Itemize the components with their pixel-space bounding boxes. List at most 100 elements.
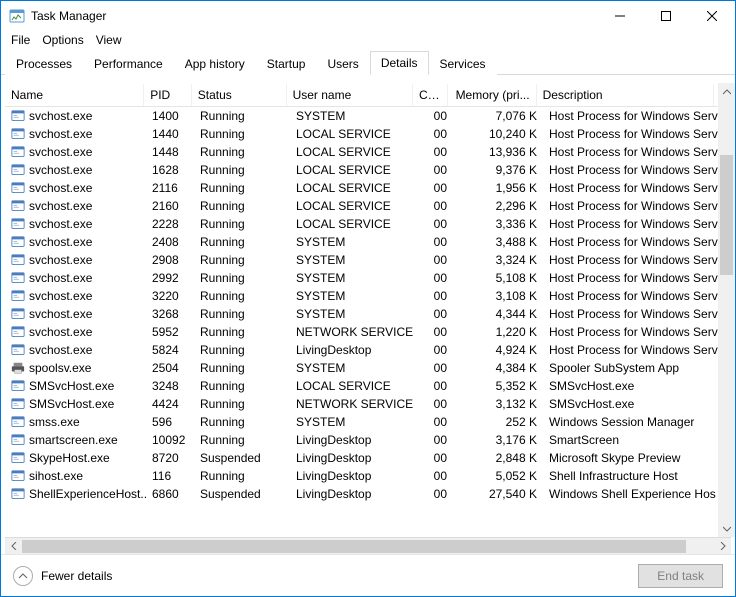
cell-memory: 9,376 K (453, 162, 543, 178)
cell-user: LOCAL SERVICE (290, 180, 418, 196)
scroll-down-icon[interactable] (718, 520, 735, 537)
cell-name: svchost.exe (29, 145, 92, 159)
vertical-scrollbar[interactable] (718, 83, 735, 537)
tab-users[interactable]: Users (316, 52, 369, 75)
maximize-button[interactable] (643, 1, 689, 31)
cell-user: SYSTEM (290, 108, 418, 124)
cell-user: LOCAL SERVICE (290, 126, 418, 142)
cell-name: svchost.exe (29, 307, 92, 321)
vscroll-thumb[interactable] (720, 155, 733, 275)
table-row[interactable]: svchost.exe2160RunningLOCAL SERVICE002,2… (5, 197, 731, 215)
scroll-right-icon[interactable] (714, 538, 731, 555)
table-row[interactable]: SkypeHost.exe8720SuspendedLivingDesktop0… (5, 449, 731, 467)
hscroll-track[interactable] (22, 538, 714, 555)
table-row[interactable]: sihost.exe116RunningLivingDesktop005,052… (5, 467, 731, 485)
titlebar[interactable]: Task Manager (1, 1, 735, 31)
table-row[interactable]: svchost.exe5824RunningLivingDesktop004,9… (5, 341, 731, 359)
scroll-up-icon[interactable] (718, 83, 735, 100)
cell-pid: 10092 (146, 432, 194, 448)
cell-user: LOCAL SERVICE (290, 162, 418, 178)
cell-user: SYSTEM (290, 252, 418, 268)
table-row[interactable]: svchost.exe2116RunningLOCAL SERVICE001,9… (5, 179, 731, 197)
cell-status: Running (194, 396, 290, 412)
cell-user: LivingDesktop (290, 468, 418, 484)
table-row[interactable]: ShellExperienceHost....6860SuspendedLivi… (5, 485, 731, 503)
col-cpu[interactable]: CPU (413, 84, 448, 106)
tab-processes[interactable]: Processes (5, 52, 83, 75)
cell-description: SMSvcHost.exe (543, 378, 723, 394)
table-row[interactable]: svchost.exe5952RunningNETWORK SERVICE001… (5, 323, 731, 341)
cell-memory: 27,540 K (453, 486, 543, 502)
cell-pid: 2992 (146, 270, 194, 286)
process-icon (11, 379, 25, 393)
cell-user: SYSTEM (290, 234, 418, 250)
cell-cpu: 00 (418, 270, 453, 286)
cell-memory: 5,108 K (453, 270, 543, 286)
menu-options[interactable]: Options (38, 31, 91, 51)
process-icon (11, 217, 25, 231)
fewer-details-icon[interactable] (13, 566, 33, 586)
scroll-left-icon[interactable] (5, 538, 22, 555)
fewer-details-label[interactable]: Fewer details (41, 569, 112, 583)
cell-cpu: 00 (418, 216, 453, 232)
table-row[interactable]: svchost.exe3220RunningSYSTEM003,108 KHos… (5, 287, 731, 305)
cell-pid: 2908 (146, 252, 194, 268)
minimize-button[interactable] (597, 1, 643, 31)
table-row[interactable]: SMSvcHost.exe4424RunningNETWORK SERVICE0… (5, 395, 731, 413)
tab-performance[interactable]: Performance (83, 52, 174, 75)
table-row[interactable]: smss.exe596RunningSYSTEM00252 KWindows S… (5, 413, 731, 431)
table-row[interactable]: svchost.exe2228RunningLOCAL SERVICE003,3… (5, 215, 731, 233)
cell-pid: 1440 (146, 126, 194, 142)
menu-file[interactable]: File (7, 31, 38, 51)
cell-pid: 5952 (146, 324, 194, 340)
tab-services[interactable]: Services (429, 52, 497, 75)
table-row[interactable]: spoolsv.exe2504RunningSYSTEM004,384 KSpo… (5, 359, 731, 377)
col-status[interactable]: Status (192, 84, 287, 106)
cell-memory: 2,296 K (453, 198, 543, 214)
table-row[interactable]: svchost.exe2408RunningSYSTEM003,488 KHos… (5, 233, 731, 251)
table-row[interactable]: svchost.exe1400RunningSYSTEM007,076 KHos… (5, 107, 731, 125)
cell-pid: 6860 (146, 486, 194, 502)
cell-memory: 7,076 K (453, 108, 543, 124)
tab-details[interactable]: Details (370, 51, 429, 75)
cell-description: SMSvcHost.exe (543, 396, 723, 412)
table-row[interactable]: smartscreen.exe10092RunningLivingDesktop… (5, 431, 731, 449)
col-description[interactable]: Description (537, 84, 715, 106)
process-icon (11, 325, 25, 339)
end-task-button[interactable]: End task (638, 564, 723, 588)
tab-app-history[interactable]: App history (174, 52, 256, 75)
table-row[interactable]: SMSvcHost.exe3248RunningLOCAL SERVICE005… (5, 377, 731, 395)
cell-memory: 1,220 K (453, 324, 543, 340)
cell-name: svchost.exe (29, 199, 92, 213)
cell-memory: 252 K (453, 414, 543, 430)
menu-view[interactable]: View (92, 31, 130, 51)
cell-pid: 2504 (146, 360, 194, 376)
cell-name: svchost.exe (29, 343, 92, 357)
window-title: Task Manager (31, 9, 106, 23)
grid-body[interactable]: svchost.exe1400RunningSYSTEM007,076 KHos… (5, 107, 731, 537)
process-icon (11, 487, 25, 501)
cell-pid: 1400 (146, 108, 194, 124)
hscroll-thumb[interactable] (22, 540, 686, 553)
table-row[interactable]: svchost.exe1448RunningLOCAL SERVICE0013,… (5, 143, 731, 161)
cell-cpu: 00 (418, 450, 453, 466)
cell-user: LivingDesktop (290, 450, 418, 466)
col-username[interactable]: User name (287, 84, 413, 106)
vscroll-track[interactable] (718, 100, 735, 520)
cell-user: SYSTEM (290, 270, 418, 286)
col-memory[interactable]: Memory (pri... (448, 84, 537, 106)
cell-name: smss.exe (29, 415, 80, 429)
tab-startup[interactable]: Startup (256, 52, 317, 75)
table-row[interactable]: svchost.exe1440RunningLOCAL SERVICE0010,… (5, 125, 731, 143)
horizontal-scrollbar[interactable] (5, 537, 731, 554)
col-pid[interactable]: PID (144, 84, 192, 106)
cell-memory: 1,956 K (453, 180, 543, 196)
close-button[interactable] (689, 1, 735, 31)
col-name[interactable]: Name (5, 84, 144, 106)
table-row[interactable]: svchost.exe3268RunningSYSTEM004,344 KHos… (5, 305, 731, 323)
table-row[interactable]: svchost.exe1628RunningLOCAL SERVICE009,3… (5, 161, 731, 179)
cell-name: SkypeHost.exe (29, 451, 110, 465)
table-row[interactable]: svchost.exe2992RunningSYSTEM005,108 KHos… (5, 269, 731, 287)
taskmgr-icon (9, 8, 25, 24)
table-row[interactable]: svchost.exe2908RunningSYSTEM003,324 KHos… (5, 251, 731, 269)
